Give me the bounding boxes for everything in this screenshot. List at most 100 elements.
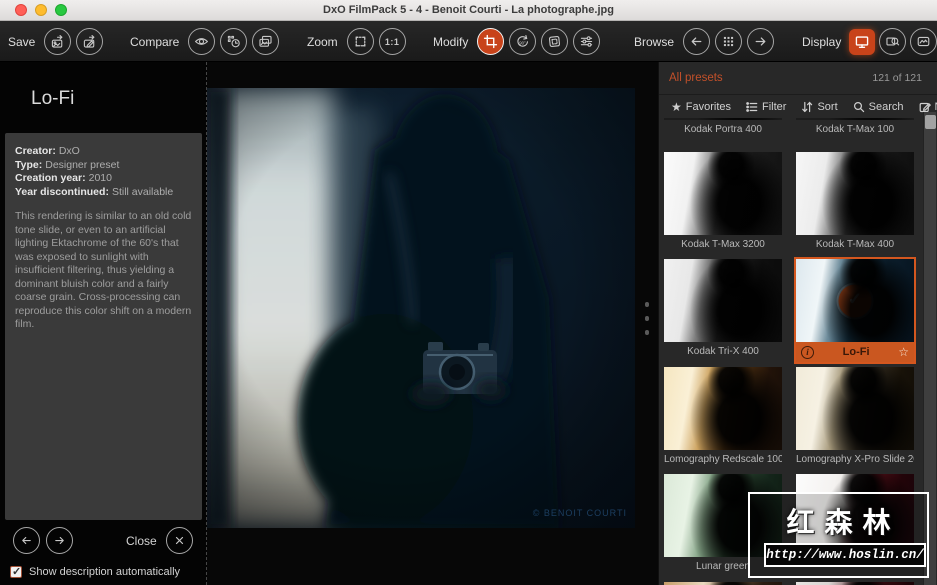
close-panel-button[interactable] — [166, 527, 193, 554]
new-preset-button[interactable]: New — [919, 101, 937, 113]
arrow-right-icon — [55, 536, 64, 545]
image-canvas: © BENOIT COURTI — [207, 62, 658, 585]
zoom-ratio-label: 1:1 — [384, 36, 400, 47]
main-toolbar: Save Compare Zoom 1:1 Modify 90° Browse … — [0, 21, 937, 62]
sort-arrows-icon — [802, 101, 813, 112]
show-description-checkbox[interactable] — [10, 565, 22, 578]
show-description-row: Show description automatically — [10, 565, 181, 578]
display-label: Display — [802, 34, 842, 49]
compare-label: Compare — [130, 34, 180, 49]
frame-icon — [549, 35, 561, 48]
meta-creator-label: Creator: — [15, 145, 56, 157]
meta-creation-year-value: 2010 — [88, 172, 112, 184]
compare-preview-button[interactable] — [188, 28, 216, 55]
zoom-ratio-button[interactable]: 1:1 — [378, 28, 406, 55]
preset-thumbnail — [796, 367, 914, 450]
traffic-lights — [15, 4, 67, 16]
favorites-label: Favorites — [685, 100, 732, 113]
preset-cell-kodak-portra-400[interactable]: Kodak Portra 400 — [664, 118, 782, 140]
preset-label: Kodak Tri-X 400 — [687, 346, 759, 357]
site-watermark: 红森林 http://www.hoslin.cn/ — [748, 492, 929, 578]
show-description-label: Show description automatically — [29, 566, 181, 578]
preset-label: Kodak Portra 400 — [684, 124, 762, 135]
preset-thumbnail — [664, 259, 782, 342]
adjustments-button[interactable] — [573, 28, 601, 55]
compare-group: Compare — [130, 21, 280, 62]
photo-rendering: © BENOIT COURTI — [207, 88, 635, 528]
save-group: Save — [8, 21, 104, 62]
minimize-window-button[interactable] — [35, 4, 47, 16]
frame-button[interactable] — [541, 28, 569, 55]
zoom-window-button[interactable] — [55, 4, 67, 16]
panel-splitter-handle[interactable] — [643, 302, 651, 398]
display-group: Display — [802, 21, 937, 62]
close-window-button[interactable] — [15, 4, 27, 16]
meta-creation-year-label: Creation year: — [15, 172, 86, 184]
filter-list-icon — [746, 101, 758, 112]
export-image-button[interactable] — [44, 28, 72, 55]
preset-cell-kodak-trix-400[interactable]: Kodak Tri-X 400 — [664, 259, 782, 362]
compare-history-button[interactable] — [220, 28, 248, 55]
image-magnifier-icon — [886, 37, 900, 46]
preset-cell-kodak-tmax-3200[interactable]: Kodak T-Max 3200 — [664, 152, 782, 255]
save-as-button[interactable] — [76, 28, 104, 55]
selected-preset-caption: i Lo-Fi ☆ — [796, 342, 914, 362]
preset-label: Lo-Fi — [842, 346, 870, 358]
search-button[interactable]: Search — [853, 101, 904, 113]
monitor-icon — [856, 35, 869, 48]
preset-description-text: This rendering is similar to an old cold… — [15, 210, 192, 330]
histogram-button[interactable] — [910, 28, 937, 55]
previous-image-button[interactable] — [683, 28, 711, 55]
close-icon — [175, 536, 184, 545]
preset-cell-lomography-redscale-100[interactable]: Lomography Redscale 100 — [664, 367, 782, 470]
next-image-button[interactable] — [747, 28, 775, 55]
thumbnail-grid-button[interactable] — [715, 28, 743, 55]
browse-group: Browse — [634, 21, 775, 62]
preset-thumbnail — [664, 152, 782, 235]
preset-thumbnail — [796, 118, 914, 120]
crop-button-active[interactable] — [477, 28, 505, 55]
preset-label: Kodak T-Max 100 — [815, 124, 895, 135]
watermark-url: http://www.hoslin.cn/ — [766, 548, 924, 562]
preset-nav-row: Close — [0, 526, 207, 556]
export-image-icon — [52, 34, 63, 48]
window-titlebar: DxO FilmPack 5 - 4 - Benoit Courti - La … — [0, 0, 937, 21]
info-icon[interactable]: i — [801, 345, 814, 359]
preset-cell-kodak-tmax-400[interactable]: Kodak T-Max 400 — [796, 152, 914, 255]
loupe-button[interactable] — [879, 28, 907, 55]
meta-type: Type: Designer preset — [15, 159, 192, 173]
check-icon: ✓ — [847, 289, 863, 309]
preset-thumbnail — [664, 118, 782, 120]
preset-name-title: Lo-Fi — [31, 88, 75, 109]
save-edit-icon — [84, 34, 95, 48]
next-preset-button[interactable] — [46, 527, 73, 554]
compare-images-button[interactable] — [252, 28, 280, 55]
fit-screen-icon — [355, 36, 366, 47]
filter-button[interactable]: Filter — [746, 101, 786, 113]
watermark-url-box: http://www.hoslin.cn/ — [764, 543, 926, 567]
previous-preset-button[interactable] — [13, 527, 40, 554]
waveform-icon — [918, 36, 930, 47]
sort-button[interactable]: Sort — [801, 101, 838, 113]
preset-cell-lomography-xpro-slide-200[interactable]: Lomography X-Pro Slide 200 — [796, 367, 914, 470]
preset-cell-lofi-selected[interactable]: ✓ i Lo-Fi ☆ — [794, 257, 916, 364]
preset-thumbnail: ✓ — [796, 259, 914, 342]
window-title: DxO FilmPack 5 - 4 - Benoit Courti - La … — [323, 4, 614, 16]
selected-check-badge: ✓ — [838, 284, 872, 317]
presets-filter-title[interactable]: All presets — [669, 72, 723, 84]
favorite-star-icon[interactable]: ☆ — [898, 342, 909, 362]
photo-stack-icon — [259, 35, 272, 47]
scrollbar-thumb[interactable] — [925, 115, 936, 129]
preset-cell-kodak-tmax-100[interactable]: Kodak T-Max 100 — [796, 118, 914, 140]
preset-thumbnail — [664, 367, 782, 450]
filter-label: Filter — [762, 100, 787, 113]
grid-icon — [723, 36, 734, 47]
modify-group: Modify 90° — [433, 21, 601, 62]
display-screen-button-active[interactable] — [849, 28, 876, 55]
meta-discontinued: Year discontinued: Still available — [15, 186, 192, 200]
zoom-fit-button[interactable] — [346, 28, 374, 55]
favorites-button[interactable]: ★ Favorites — [671, 100, 731, 114]
crop-icon — [484, 34, 498, 49]
rotate-button[interactable]: 90° — [509, 28, 537, 55]
zoom-label: Zoom — [307, 34, 338, 49]
